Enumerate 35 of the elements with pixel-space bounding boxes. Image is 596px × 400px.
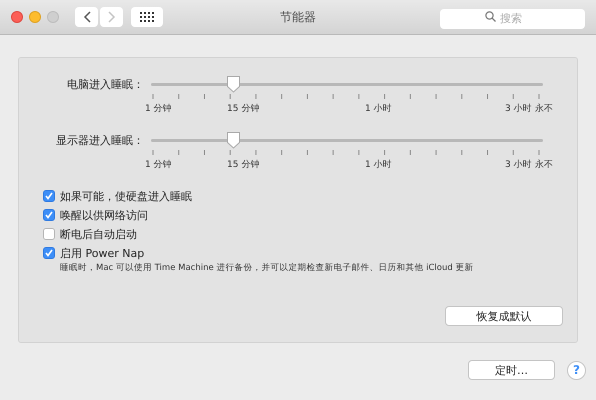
checkbox[interactable]: [43, 190, 55, 202]
slider-label: 电脑进入睡眠：: [66, 77, 144, 92]
window-title: 节能器: [280, 8, 316, 26]
close-button[interactable]: [11, 11, 23, 23]
tick-label: 3 小时: [505, 102, 532, 115]
search-field[interactable]: 搜索: [440, 8, 585, 28]
checkbox-option[interactable]: 如果可能，使硬盘进入睡眠: [43, 188, 577, 204]
slider-label: 显示器进入睡眠：: [55, 133, 144, 148]
checkbox[interactable]: [43, 228, 55, 240]
checkbox[interactable]: [43, 247, 55, 259]
schedule-button[interactable]: 定时…: [468, 360, 555, 380]
tick-label: 3 小时: [505, 158, 532, 171]
slider-thumb[interactable]: [226, 75, 242, 93]
tick-label: 1 小时: [365, 158, 392, 171]
chevron-left-icon: [82, 11, 90, 23]
tick-label: 1 分钟: [145, 158, 172, 171]
option-description: 睡眠时，Mac 可以使用 Time Machine 进行备份，并可以定期检查新电子邮件、日历和其他 iCloud 更新: [59, 262, 474, 274]
back-button[interactable]: [75, 7, 98, 27]
chevron-right-icon: [108, 11, 116, 23]
tick-label: 1 分钟: [145, 102, 172, 115]
checkbox-option[interactable]: 启用 Power Nap: [43, 245, 577, 261]
search-icon: [485, 11, 496, 22]
checkbox-option[interactable]: 断电后自动启动: [43, 226, 577, 242]
tick-label: 1 小时: [365, 102, 392, 115]
tick-label: 15 分钟: [227, 102, 260, 115]
minimize-button[interactable]: [29, 11, 41, 23]
checkbox[interactable]: [43, 209, 55, 221]
slider-thumb[interactable]: [226, 131, 242, 149]
tick-label: 15 分钟: [227, 158, 260, 171]
restore-defaults-button[interactable]: 恢复成默认: [445, 306, 563, 326]
tick-label: 永不: [535, 102, 553, 115]
grid-button[interactable]: [131, 7, 163, 27]
tick-label: 永不: [535, 158, 553, 171]
grid-icon: [140, 12, 154, 22]
checkbox-option[interactable]: 唤醒以供网络访问: [43, 207, 577, 223]
